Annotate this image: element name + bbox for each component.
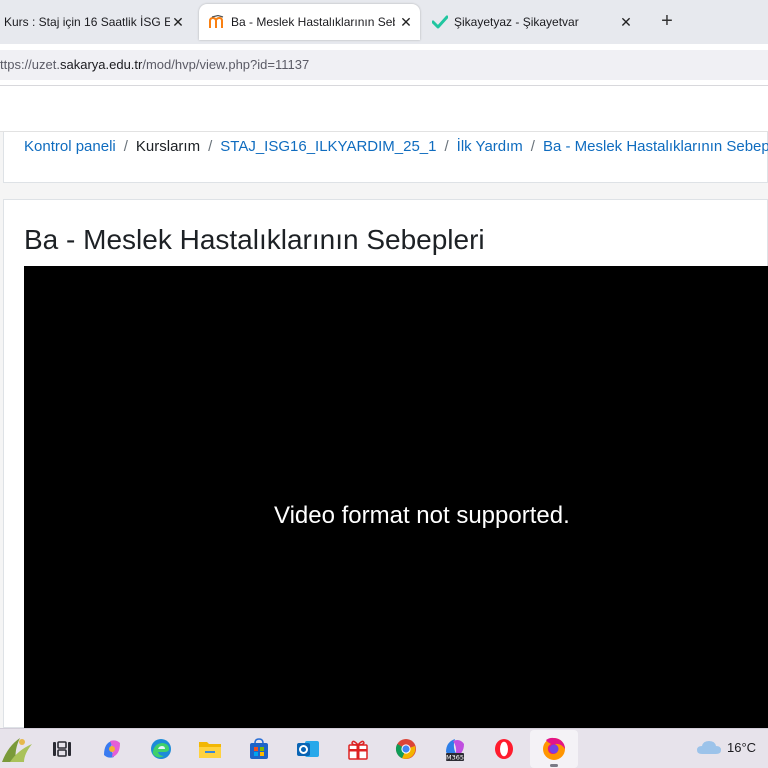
tab-kurs[interactable]: Kurs : Staj için 16 Saatlik İSG Eği ✕ [0,4,192,40]
widgets-icon[interactable] [0,732,36,766]
tab-title: Şikayetyaz - Şikayetvar [454,15,579,29]
breadcrumb: Kontrol paneli / Kurslarım / STAJ_ISG16_ILKY… [24,138,768,156]
main-content: Ba - Meslek Hastalıklarının Sebepleri Vi… [3,199,768,729]
task-view-icon[interactable] [48,735,76,763]
breadcrumb-separator: / [444,138,449,155]
close-icon[interactable]: ✕ [398,14,414,30]
close-icon[interactable]: ✕ [618,14,634,30]
file-explorer-icon[interactable] [196,735,224,763]
close-icon[interactable]: ✕ [170,14,186,30]
url-domain: sakarya.edu.tr [59,57,143,72]
opera-icon[interactable] [490,735,518,763]
video-error-message: Video format not supported. [274,502,570,529]
tab-sikayetvar[interactable]: Şikayetyaz - Şikayetvar ✕ [428,4,644,40]
url-field[interactable]: ttps://uzet.sakarya.edu.tr/mod/hvp/view.… [0,50,768,80]
navigation-bar: ttps://uzet.sakarya.edu.tr/mod/hvp/view.… [0,44,768,86]
site-header [0,86,768,132]
new-tab-button[interactable]: + [656,11,678,33]
m365-label: M365 [446,754,464,762]
breadcrumb-separator: / [530,138,535,155]
breadcrumb-card: Kontrol paneli / Kurslarım / STAJ_ISG16_ILKY… [3,132,768,183]
breadcrumb-separator: / [208,138,213,155]
copilot-icon[interactable] [98,735,126,763]
page-title: Ba - Meslek Hastalıklarının Sebepleri [24,224,485,255]
breadcrumb-item-current[interactable]: Ba - Meslek Hastalıklarının Sebepleri [543,138,768,155]
breadcrumb-item-ilk-yardim[interactable]: İlk Yardım [457,138,523,155]
firefox-icon[interactable] [530,730,578,768]
weather-temperature: 16°C [727,739,757,755]
tab-strip: Kurs : Staj için 16 Saatlik İSG Eği ✕ Ba… [0,0,768,44]
store-icon[interactable] [245,735,273,763]
taskbar: M365 16°C [0,728,768,768]
weather-widget[interactable]: 16°C [696,739,756,755]
chrome-icon[interactable] [392,735,420,763]
cloud-icon [696,739,722,755]
sikayetvar-icon [432,14,448,30]
m365-icon[interactable]: M365 [441,735,469,763]
breadcrumb-separator: / [123,138,128,155]
edge-icon[interactable] [147,735,175,763]
tab-meslek-hastaliklari[interactable]: Ba - Meslek Hastalıklarının Sebe ✕ [199,4,420,40]
gift-icon[interactable] [344,735,372,763]
tab-title: Ba - Meslek Hastalıklarının Sebe [231,15,395,29]
tab-title: Kurs : Staj için 16 Saatlik İSG Eği [4,15,170,29]
breadcrumb-item-kontrol-paneli[interactable]: Kontrol paneli [24,138,116,155]
url-path: /mod/hvp/view.php?id=11137 [142,57,310,72]
video-player[interactable]: Video format not supported. [24,266,768,729]
breadcrumb-item-course[interactable]: STAJ_ISG16_ILKYARDIM_25_1 [220,138,436,155]
breadcrumb-item-kurslarim: Kurslarım [135,138,201,155]
active-indicator [550,764,558,767]
url-prefix: ttps://uzet. [0,57,60,72]
moodle-icon [209,14,225,30]
outlook-icon[interactable] [294,735,322,763]
